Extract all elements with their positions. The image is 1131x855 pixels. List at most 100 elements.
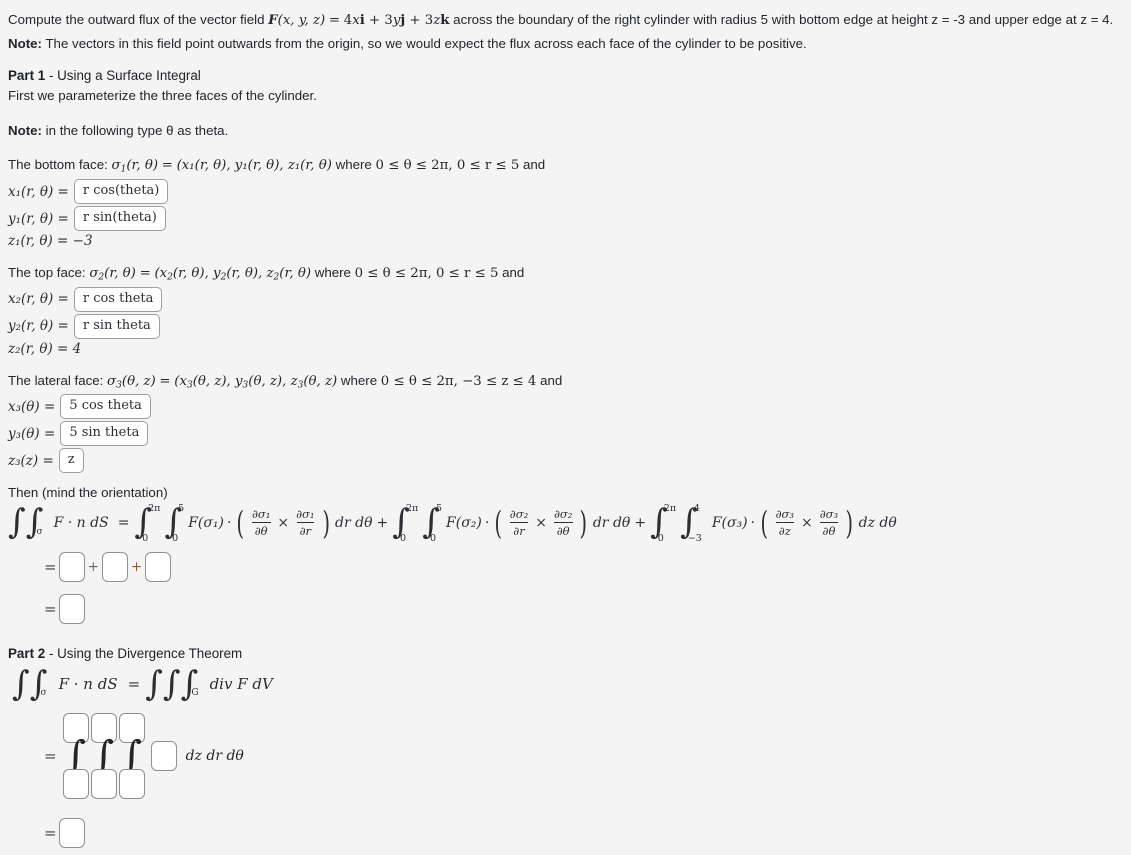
theta-note-label: Note: xyxy=(8,122,42,138)
field-equals: = xyxy=(328,13,341,28)
triple-integral-sign-3: ∫ xyxy=(121,733,142,780)
lateral-face-y-label: y₃(θ) = xyxy=(8,425,56,442)
lateral-face-z-row: z₃(z) = z xyxy=(8,448,1131,474)
part1-total-row: = xyxy=(44,593,1131,624)
part1-flux-term2-input[interactable] xyxy=(101,551,128,582)
part2-total-input[interactable] xyxy=(58,818,85,849)
field-term-3: 3zk xyxy=(424,13,450,28)
top-face-x-input[interactable]: r cos theta xyxy=(73,286,163,312)
term2-outer-lower: 0 xyxy=(399,532,407,544)
lateral-face-x-input[interactable]: 5 cos theta xyxy=(60,394,151,420)
part1-flux-term1-input[interactable] xyxy=(58,551,85,582)
field-term-1: 4xi xyxy=(343,13,365,28)
term1-differential: dr dθ xyxy=(335,514,373,531)
part2-total-equals: = xyxy=(44,824,57,843)
part1-heading: Part 1 - Using a Surface Integral xyxy=(8,68,1131,83)
part1-flux-term3-input[interactable] xyxy=(145,551,172,582)
div-lhs-integral-1: ∫ xyxy=(12,663,30,704)
div-lhs-domain: σ xyxy=(40,688,47,699)
bottom-face-and: and xyxy=(519,157,546,173)
term1-partial-1: ∂σ₁ ∂θ xyxy=(251,507,271,539)
triple-1-lower-input[interactable] xyxy=(62,769,89,800)
top-face-y-label: y₂(r, θ) = xyxy=(8,318,69,335)
term2-paren-close: ) xyxy=(579,503,588,542)
triple-differential: dz dr dθ xyxy=(185,748,244,765)
lateral-face-y-input[interactable]: 5 sin theta xyxy=(60,421,149,447)
bottom-face-z-label: z₁(r, θ) = −3 xyxy=(8,233,93,250)
part1-intro: First we parameterize the three faces of… xyxy=(8,88,317,104)
term2-inner-lower: 0 xyxy=(429,532,437,544)
term1-partial-2: ∂σ₁ ∂r xyxy=(296,507,315,539)
worksheet-page: Compute the outward flux of the vector f… xyxy=(0,0,1131,849)
term3-inner-integral: ∫ 4 −3 xyxy=(680,502,712,544)
field-symbol: F xyxy=(268,13,278,28)
top-face-y-row: y₂(r, θ) = r sin theta xyxy=(8,313,1131,339)
surface-domain-label: σ xyxy=(36,526,43,537)
triple-integrand-input[interactable] xyxy=(150,741,177,772)
flux-lhs: F · n dS xyxy=(53,514,109,531)
term2-outer-integral: ∫ 2π 0 xyxy=(392,502,419,544)
term1-integrand: F(σ₁) xyxy=(188,514,225,531)
term1-inner-upper: 5 xyxy=(178,502,185,514)
part2-triple-equals: = xyxy=(44,747,57,766)
surface-integral-sign-outer: ∫ xyxy=(8,502,26,543)
term3-dot: · xyxy=(750,514,756,531)
part2-heading-rest: - Using the Divergence Theorem xyxy=(45,645,243,661)
term3-paren-close: ) xyxy=(845,503,854,542)
lateral-face-description: The lateral face: σ3(θ, z) = (x3(θ, z), … xyxy=(8,372,563,391)
term1-paren-close: ) xyxy=(322,503,330,542)
term3-outer-lower: 0 xyxy=(657,532,664,544)
term3-inner-lower: −3 xyxy=(687,532,702,544)
lateral-face-z-label: z₃(z) = xyxy=(8,452,54,469)
bottom-face-theta-range: 0 ≤ θ ≤ 2π xyxy=(375,158,449,174)
bottom-face-args: (r, θ) xyxy=(126,158,159,174)
top-face-description: The top face: σ2(r, θ) = (x2(r, θ), y2(r… xyxy=(8,265,525,283)
top-face-r-range: 0 ≤ r ≤ 5 xyxy=(435,266,499,282)
div-rhs-domain: G xyxy=(191,688,199,699)
term3-inner-upper: 4 xyxy=(693,502,700,514)
bottom-face-y-row: y₁(r, θ) = r sin(theta) xyxy=(8,206,1131,232)
triple-integral-sign-1: ∫ xyxy=(65,733,86,780)
part1-total-input[interactable] xyxy=(58,593,85,624)
triple-2-lower-input[interactable] xyxy=(90,769,117,800)
surface-integral-sign-inner: ∫ σ xyxy=(25,502,44,543)
part1-heading-bold: Part 1 xyxy=(8,68,46,84)
bottom-face-x-input[interactable]: r cos(theta) xyxy=(73,179,169,205)
top-face-y-input[interactable]: r sin theta xyxy=(73,313,160,339)
lateral-face-tuple: (x3(θ, z), y3(θ, z), z3(θ, z) xyxy=(174,373,338,391)
term1-paren-open: ( xyxy=(236,503,245,542)
part2-total-row: = xyxy=(44,818,1131,849)
lateral-face-z-input[interactable]: z xyxy=(58,448,84,474)
term3-cross: × xyxy=(801,514,813,531)
part1-sum-equals: = xyxy=(44,557,57,576)
lateral-face-z-range: −3 ≤ z ≤ 4 xyxy=(462,373,537,389)
term2-cross: × xyxy=(535,514,547,531)
div-rhs-integral-3: ∫ G xyxy=(180,663,199,704)
bottom-face-x-row: x₁(r, θ) = r cos(theta) xyxy=(8,179,1131,205)
triple-3-lower-input[interactable] xyxy=(118,769,145,800)
bottom-face-description: The bottom face: σ1(r, θ) = (x₁(r, θ), y… xyxy=(8,157,546,175)
top-face-tuple: (x2(r, θ), y2(r, θ), z2(r, θ) xyxy=(154,266,312,283)
statement-suffix: across the boundary of the right cylinde… xyxy=(449,12,1114,27)
term3-integrand: F(σ₃) xyxy=(711,514,748,531)
top-face-x-label: x₂(r, θ) = xyxy=(8,291,69,308)
lateral-face-and: and xyxy=(536,372,563,388)
field-arguments: (x, y, z) xyxy=(277,13,326,28)
term1-inner-lower: 0 xyxy=(172,532,179,544)
part1-sum-row: = + + xyxy=(44,551,1131,582)
term2-inner-integral: ∫ 50 xyxy=(422,502,443,544)
term1-outer-upper: 2π xyxy=(148,502,161,514)
term3-outer-upper: 2π xyxy=(663,502,677,514)
term3-partial-2: ∂σ₃ ∂θ xyxy=(819,507,839,539)
problem-statement: Compute the outward flux of the vector f… xyxy=(8,12,1114,28)
part1-total-equals: = xyxy=(44,599,57,618)
div-rhs-expression: div F dV xyxy=(209,675,273,694)
top-face-z-label: z₂(r, θ) = 4 xyxy=(8,340,82,357)
bottom-face-y-input[interactable]: r sin(theta) xyxy=(73,206,166,232)
part2-heading: Part 2 - Using the Divergence Theorem xyxy=(8,646,1131,661)
term1-dot: · xyxy=(227,514,232,531)
term1-cross: × xyxy=(277,514,290,531)
top-face-z-row: z₂(r, θ) = 4 xyxy=(8,341,1131,357)
lateral-face-x-label: x₃(θ) = xyxy=(8,398,56,415)
part1-sum-plus-1: + xyxy=(87,558,99,575)
